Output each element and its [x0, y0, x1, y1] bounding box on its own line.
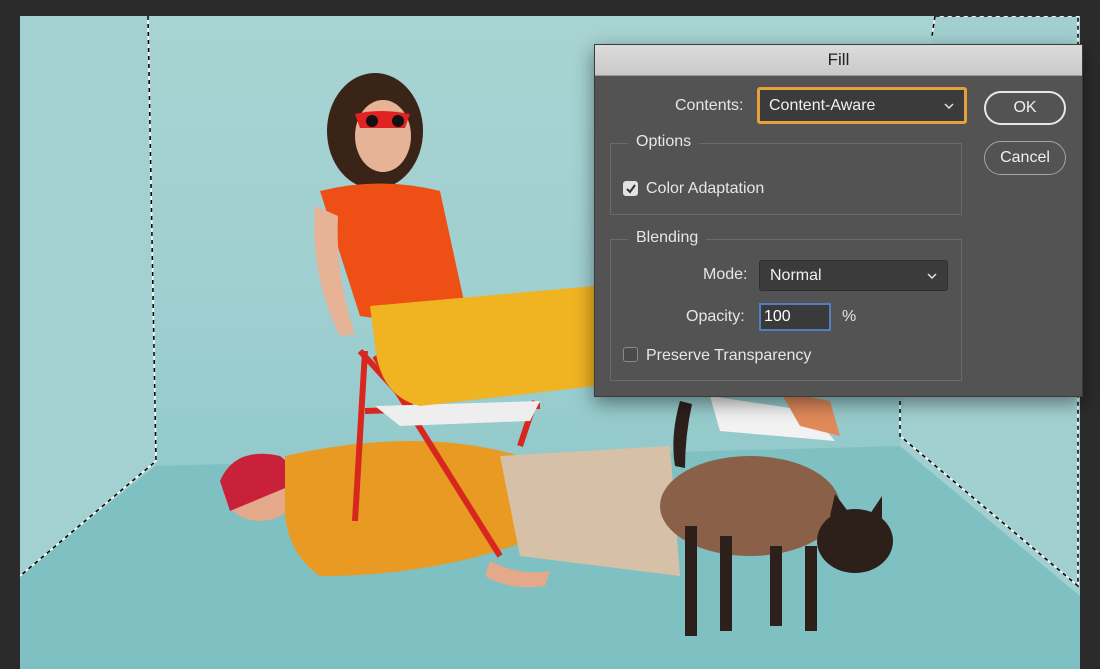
checkmark-icon	[626, 184, 636, 194]
opacity-unit: %	[842, 308, 857, 325]
color-adaptation-label: Color Adaptation	[646, 180, 765, 197]
blending-group-title: Blending	[628, 229, 707, 247]
options-group: Options Color Adaptation	[610, 133, 962, 215]
sneakers	[710, 391, 840, 441]
chevron-down-icon	[944, 102, 954, 109]
contents-label: Contents:	[675, 97, 744, 114]
ok-button[interactable]: OK	[984, 91, 1066, 125]
opacity-label: Opacity:	[686, 308, 745, 325]
woman-sitting	[314, 73, 595, 406]
mode-value: Normal	[770, 266, 822, 284]
options-group-title: Options	[628, 133, 700, 151]
color-adaptation-checkbox[interactable]	[623, 181, 638, 196]
mode-label: Mode:	[703, 266, 748, 283]
chevron-down-icon	[927, 272, 937, 279]
contents-dropdown[interactable]: Content-Aware	[757, 87, 967, 124]
mode-dropdown[interactable]: Normal	[759, 260, 948, 291]
chair-seat	[375, 401, 540, 426]
app-window: Fill Contents: Content-Aware OK Cancel O…	[0, 0, 1100, 669]
blending-group: Blending Mode: Normal Opacity: 100 % Pre…	[610, 229, 962, 381]
opacity-input[interactable]: 100	[759, 303, 831, 331]
preserve-transparency-label: Preserve Transparency	[646, 347, 812, 364]
dialog-title: Fill	[827, 50, 850, 69]
dialog-title-bar[interactable]: Fill	[595, 45, 1082, 76]
preserve-transparency-checkbox[interactable]	[623, 347, 638, 362]
cancel-button[interactable]: Cancel	[984, 141, 1066, 175]
contents-value: Content-Aware	[769, 96, 876, 114]
fill-dialog: Fill Contents: Content-Aware OK Cancel O…	[594, 44, 1083, 397]
